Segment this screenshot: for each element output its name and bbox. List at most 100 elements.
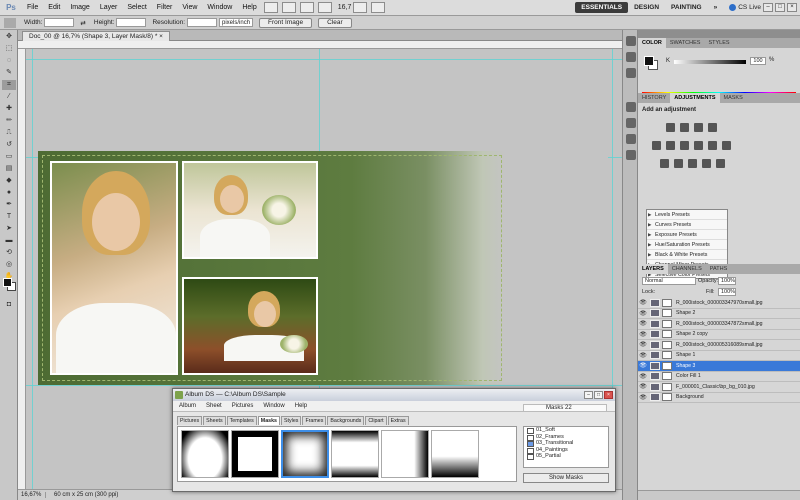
album-ds-tab[interactable]: Extras [387, 416, 409, 425]
mask-thumbnail[interactable] [331, 430, 379, 478]
resolution-unit-select[interactable]: pixels/inch [219, 18, 254, 27]
cs-live-button[interactable]: CS Live [729, 4, 761, 11]
layer-row[interactable]: 👁 Color Fill 1 [638, 371, 800, 382]
mask-thumbnail[interactable] [181, 430, 229, 478]
menu-window[interactable]: Window [202, 4, 237, 11]
k-channel-value[interactable]: 100 [750, 57, 766, 65]
tab-layers[interactable]: LAYERS [638, 264, 668, 274]
width-field[interactable] [44, 18, 75, 27]
visibility-eye-icon[interactable]: 👁 [638, 362, 648, 369]
status-zoom[interactable]: 16,67% [18, 492, 46, 498]
workspace-painting[interactable]: PAINTING [665, 2, 708, 13]
mask-thumbnail[interactable] [231, 430, 279, 478]
menu-select[interactable]: Select [122, 4, 151, 11]
histogram-icon[interactable] [626, 52, 636, 62]
visibility-eye-icon[interactable]: 👁 [638, 310, 648, 317]
visibility-eye-icon[interactable]: 👁 [638, 394, 648, 401]
crop-tool-icon[interactable]: ⌗ [2, 80, 16, 90]
menu-help[interactable]: Help [237, 4, 261, 11]
brightness-contrast-icon[interactable] [666, 123, 675, 132]
album-ds-tab[interactable]: Clipart [365, 416, 387, 425]
menu-edit[interactable]: Edit [43, 4, 65, 11]
bride-portrait-photo[interactable] [50, 161, 178, 375]
album-ds-tab[interactable]: Backgrounds [327, 416, 365, 425]
minimize-icon[interactable]: – [763, 3, 773, 12]
tab-masks[interactable]: MASKS [720, 93, 747, 103]
marquee-tool-icon[interactable]: ⬚ [2, 44, 16, 54]
lasso-tool-icon[interactable]: ◌ [2, 56, 16, 66]
show-masks-button[interactable]: Show Masks [523, 473, 609, 483]
clone-stamp-tool-icon[interactable]: ⎍ [2, 128, 16, 138]
visibility-eye-icon[interactable]: 👁 [638, 383, 648, 390]
notes-icon[interactable] [626, 150, 636, 160]
eraser-tool-icon[interactable]: ▭ [2, 152, 16, 162]
blend-mode-select[interactable]: Normal [642, 277, 696, 285]
album-ds-menu-window[interactable]: Window [263, 403, 284, 409]
album-ds-maximize-icon[interactable]: □ [594, 391, 603, 399]
move-tool-icon[interactable]: ✥ [2, 32, 16, 42]
gradient-map-icon[interactable] [702, 159, 711, 168]
tab-styles[interactable]: STYLES [704, 38, 733, 48]
more-workspaces-icon[interactable]: » [708, 2, 724, 13]
layer-row[interactable]: 👁 Shape 3 [638, 361, 800, 372]
album-ds-tab[interactable]: Masks [257, 416, 280, 425]
preset-hue-saturation[interactable]: Hue/Saturation Presets [647, 240, 727, 250]
3d-orbit-tool-icon[interactable]: ◎ [2, 260, 16, 270]
invert-icon[interactable] [660, 159, 669, 168]
preset-curves[interactable]: Curves Presets [647, 220, 727, 230]
layer-row[interactable]: 👁 Shape 2 copy [638, 329, 800, 340]
height-field[interactable] [116, 18, 147, 27]
album-ds-menu-pictures[interactable]: Pictures [232, 403, 254, 409]
tab-swatches[interactable]: SWATCHES [666, 38, 705, 48]
visibility-eye-icon[interactable]: 👁 [638, 352, 648, 359]
navigator-icon[interactable] [626, 36, 636, 46]
foreground-color-swatch[interactable] [3, 278, 12, 287]
mask-thumbnail[interactable] [431, 430, 479, 478]
album-ds-menu-sheet[interactable]: Sheet [206, 403, 222, 409]
tab-adjustments[interactable]: ADJUSTMENTS [670, 93, 720, 103]
k-channel-slider[interactable] [674, 60, 746, 64]
layer-row[interactable]: 👁 R_000istock_000003347872small.jpg [638, 319, 800, 330]
album-ds-minimize-icon[interactable]: – [584, 391, 593, 399]
front-image-button[interactable]: Front Image [259, 17, 313, 28]
black-white-icon[interactable] [694, 141, 703, 150]
layer-row[interactable]: 👁 R_000istock_000003347970small.jpg [638, 298, 800, 309]
screen-mode-icon[interactable] [371, 2, 386, 13]
channel-mixer-icon[interactable] [722, 141, 731, 150]
levels-icon[interactable] [680, 123, 689, 132]
mask-thumbnail[interactable] [381, 430, 429, 478]
layer-row[interactable]: 👁 Shape 1 [638, 350, 800, 361]
menu-layer[interactable]: Layer [95, 4, 123, 11]
launch-minibridge-icon[interactable] [281, 2, 296, 13]
history-brush-tool-icon[interactable]: ↺ [2, 140, 16, 150]
swap-icon[interactable]: ⇄ [80, 19, 85, 27]
gradient-tool-icon[interactable]: ▤ [2, 164, 16, 174]
album-spread[interactable] [38, 151, 608, 385]
preset-exposure[interactable]: Exposure Presets [647, 230, 727, 240]
color-balance-icon[interactable] [680, 141, 689, 150]
menu-file[interactable]: File [22, 4, 43, 11]
path-select-tool-icon[interactable]: ➤ [2, 224, 16, 234]
hand-tool-icon[interactable] [299, 2, 314, 13]
album-ds-menu-album[interactable]: Album [179, 403, 196, 409]
shape-tool-icon[interactable]: ▬ [2, 236, 16, 246]
guide-line[interactable] [26, 59, 622, 60]
curves-icon[interactable] [694, 123, 703, 132]
preset-black-white[interactable]: Black & White Presets [647, 250, 727, 260]
vibrance-icon[interactable] [652, 141, 661, 150]
layer-row[interactable]: 👁 F_000001_Classic\bp_bg_010.jpg [638, 382, 800, 393]
fill-field[interactable]: 100% [718, 288, 736, 296]
brush-tool-icon[interactable]: ✏ [2, 116, 16, 126]
layer-row[interactable]: 👁 Background [638, 392, 800, 403]
brush-presets-icon[interactable] [626, 102, 636, 112]
album-ds-close-icon[interactable]: × [604, 391, 613, 399]
dodge-tool-icon[interactable]: ● [2, 188, 16, 198]
selective-color-icon[interactable] [716, 159, 725, 168]
clear-button[interactable]: Clear [318, 17, 352, 28]
album-ds-tab[interactable]: Templates [226, 416, 257, 425]
clone-source-icon[interactable] [626, 118, 636, 128]
opacity-field[interactable]: 100% [718, 277, 736, 285]
maximize-icon[interactable]: □ [775, 3, 785, 12]
pen-tool-icon[interactable]: ✒ [2, 200, 16, 210]
hue-saturation-icon[interactable] [666, 141, 675, 150]
